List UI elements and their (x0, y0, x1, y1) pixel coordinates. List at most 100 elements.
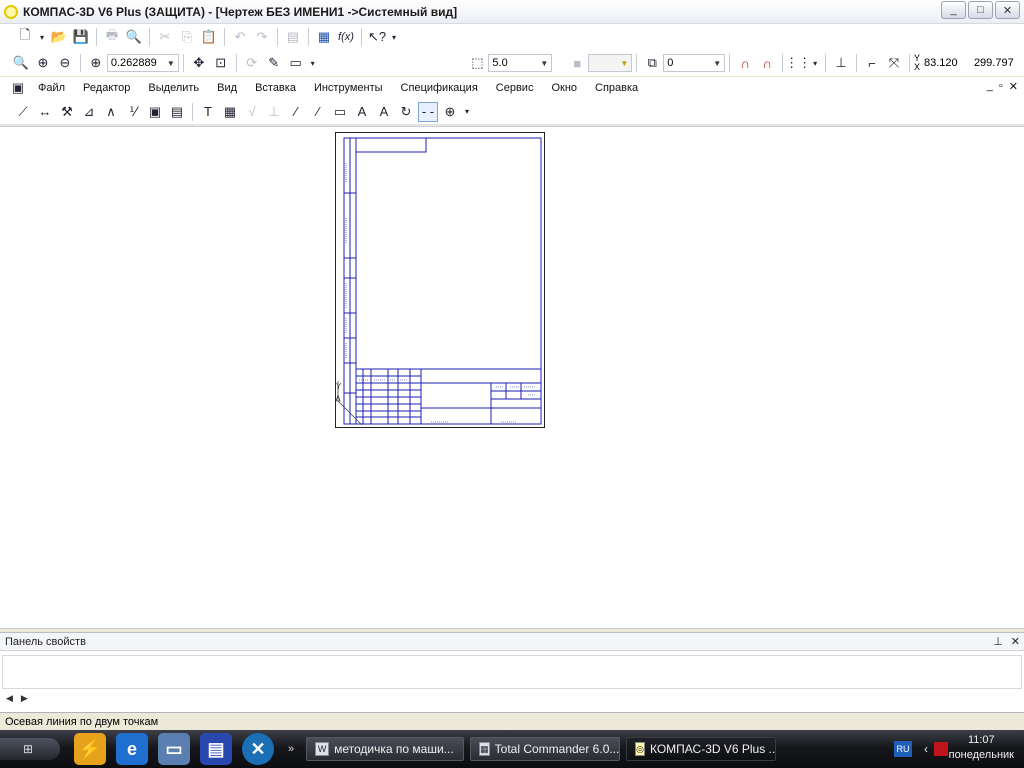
document-menu-icon[interactable]: ▣ (8, 78, 28, 98)
menu-tools[interactable]: Инструменты (305, 82, 392, 94)
doc-minimize-button[interactable]: _ (987, 80, 993, 93)
help-dropdown-icon[interactable]: ▾ (389, 27, 399, 47)
copy-icon[interactable]: ⎘ (177, 27, 197, 47)
menu-window[interactable]: Окно (542, 82, 586, 94)
function-icon[interactable]: f(x) (336, 27, 356, 47)
close-button[interactable]: ✕ (995, 1, 1020, 19)
tolerance-icon[interactable]: ▭ (330, 102, 350, 122)
view-label-icon[interactable]: A (352, 102, 372, 122)
properties-icon[interactable]: ▤ (283, 27, 303, 47)
tools-dropdown-icon[interactable]: ▾ (462, 102, 472, 122)
task-total-commander[interactable]: ▦ Total Commander 6.0... (470, 737, 621, 761)
geometry-icon[interactable]: ⟋ (13, 102, 33, 122)
zoom-combo[interactable]: 0.262889 ▼ (106, 54, 179, 72)
designations-icon[interactable]: ⊿ (79, 102, 99, 122)
floppy-icon[interactable]: ▤ (200, 733, 232, 765)
drawing-workspace[interactable]: Y (0, 126, 1024, 629)
center-mark-icon[interactable]: ⊕ (440, 102, 460, 122)
menu-service[interactable]: Сервис (487, 82, 543, 94)
display-dropdown-icon[interactable]: ▾ (308, 53, 318, 73)
menu-select[interactable]: Выделить (139, 82, 208, 94)
position-leader-icon[interactable]: ∕ (308, 102, 328, 122)
table-icon[interactable]: ▦ (220, 102, 240, 122)
grid-dropdown-icon[interactable]: ▾ (810, 53, 820, 73)
total-commander-icon: ▦ (479, 742, 490, 756)
zoom-in-icon[interactable]: ⊕ (33, 53, 53, 73)
task-methodichka[interactable]: W методичка по маши... (306, 737, 465, 761)
style-combo[interactable]: ▼ (588, 54, 633, 72)
select-icon[interactable]: ▣ (145, 102, 165, 122)
refresh-icon[interactable]: ⟳ (242, 53, 262, 73)
network-app-icon[interactable]: ✕ (242, 733, 274, 765)
drawing-sheet[interactable]: Y (335, 132, 545, 428)
doc-restore-button[interactable]: ▫ (999, 80, 1003, 93)
step-combo[interactable]: 5.0 ▼ (488, 54, 553, 72)
menu-insert[interactable]: Вставка (246, 82, 305, 94)
nav-right-icon[interactable]: ▶ (21, 693, 28, 704)
hammer-icon[interactable]: ⚒ (57, 102, 77, 122)
print-icon[interactable]: 🖶 (102, 27, 122, 47)
display-mode-icon[interactable]: ▭ (286, 53, 306, 73)
menu-specification[interactable]: Спецификация (392, 82, 487, 94)
help-pointer-icon[interactable]: ↖? (367, 27, 387, 47)
clock[interactable]: 11:07 понедельник (949, 733, 1014, 763)
measure-icon[interactable]: ∧ (101, 102, 121, 122)
paste-icon[interactable]: 📋 (199, 27, 219, 47)
grid-icon[interactable]: ⋮⋮ (785, 53, 811, 73)
calculator-icon[interactable]: ▦ (314, 27, 334, 47)
antivirus-icon[interactable] (934, 742, 948, 756)
show-all-icon[interactable]: ⊡ (211, 53, 231, 73)
doc-close-button[interactable]: ✕ (1009, 80, 1018, 93)
maximize-button[interactable]: □ (968, 1, 993, 19)
properties-panel-nav: ◀ ▶ (6, 693, 28, 704)
roughness-icon[interactable]: √ (242, 102, 262, 122)
spec-icon[interactable]: ▤ (167, 102, 187, 122)
quick-launch-more[interactable]: » (288, 743, 294, 755)
pan-icon[interactable]: ✥ (189, 53, 209, 73)
pin-icon[interactable]: ⊥ (993, 635, 1003, 648)
tray-expand-icon[interactable]: ‹ (924, 742, 928, 756)
arrow-view-icon[interactable]: A (374, 102, 394, 122)
start-button[interactable]: ⊞ (0, 738, 60, 760)
leader-icon[interactable]: ⁄ (286, 102, 306, 122)
print-preview-icon[interactable]: 🔍 (124, 27, 144, 47)
menu-file[interactable]: Файл (29, 82, 74, 94)
menu-help[interactable]: Справка (586, 82, 647, 94)
text-icon[interactable]: T (198, 102, 218, 122)
edit-icon[interactable]: ⅟ (123, 102, 143, 122)
cut-icon[interactable]: ✂ (155, 27, 175, 47)
save-icon[interactable]: 💾 (71, 27, 91, 47)
desktop-icon[interactable]: ▭ (158, 733, 190, 765)
close-panel-icon[interactable]: ✕ (1011, 635, 1020, 648)
new-document-icon[interactable]: 🗋 (15, 27, 35, 47)
redo-icon[interactable]: ↷ (252, 27, 272, 47)
new-dropdown-icon[interactable]: ▾ (37, 27, 47, 47)
nav-left-icon[interactable]: ◀ (6, 693, 13, 704)
datum-icon[interactable]: ⊥ (264, 102, 284, 122)
internet-explorer-icon[interactable]: e (116, 733, 148, 765)
lightning-app-icon[interactable]: ⚡ (74, 733, 106, 765)
local-cs-icon[interactable]: ⊥ (831, 53, 851, 73)
minimize-button[interactable]: _ (941, 1, 966, 19)
system-tray: RU ‹ 11:07 понедельник (874, 730, 1024, 768)
redraw-icon[interactable]: ✎ (264, 53, 284, 73)
layer-combo[interactable]: 0 ▼ (663, 54, 726, 72)
layer-value: 0 (667, 57, 674, 69)
task-kompas[interactable]: ◎ КОМПАС-3D V6 Plus ... (626, 737, 777, 761)
parametric-icon[interactable]: ⤧ (884, 53, 904, 73)
menu-view[interactable]: Вид (208, 82, 246, 94)
coord-x-field[interactable]: 83.120 (924, 57, 970, 69)
ortho-icon[interactable]: ⌐ (862, 53, 882, 73)
language-indicator[interactable]: RU (894, 741, 912, 757)
zoom-out-icon[interactable]: ⊖ (55, 53, 75, 73)
zoom-icon[interactable]: 🔍 (11, 53, 31, 73)
open-folder-icon[interactable]: 📂 (49, 27, 69, 47)
snap-magnet-icon[interactable]: ∩ (735, 53, 755, 73)
axis-line-icon[interactable]: - - (418, 101, 438, 122)
dimensions-icon[interactable]: ↔ (35, 102, 55, 122)
coord-y-field[interactable]: 299.797 (974, 57, 1024, 69)
menu-editor[interactable]: Редактор (74, 82, 139, 94)
undo-icon[interactable]: ↶ (230, 27, 250, 47)
cut-line-icon[interactable]: ↻ (396, 102, 416, 122)
local-snap-icon[interactable]: ∩ (757, 53, 777, 73)
